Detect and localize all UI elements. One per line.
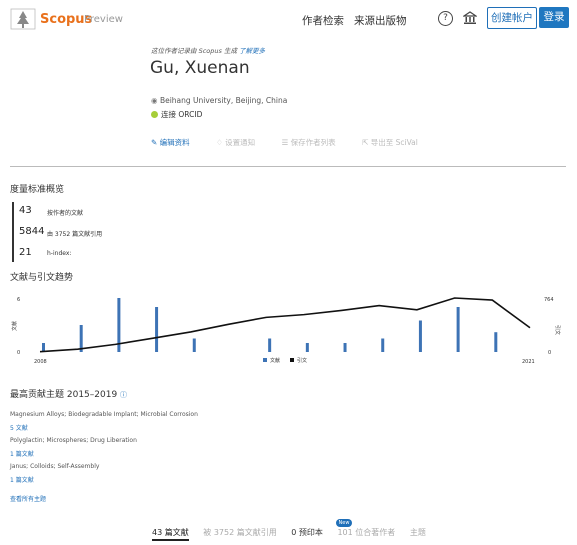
metrics-accent-bar bbox=[12, 202, 14, 262]
metric-citations-label: 由 3752 篇文献引用 bbox=[47, 231, 103, 238]
export-scival-button[interactable]: ⇱ 导出至 SciVal bbox=[362, 138, 430, 147]
set-alert-button[interactable]: ♢ 设置通知 bbox=[216, 138, 267, 147]
metric-hindex-label: h-index: bbox=[47, 250, 72, 257]
author-name: Gu, Xuenan bbox=[150, 58, 250, 78]
x-start-label: 2008 bbox=[34, 359, 47, 365]
profile-note-text: 这位作者记录由 Scopus 生成 bbox=[151, 47, 237, 55]
chart-title: 文献与引文趋势 bbox=[10, 273, 74, 283]
tab-topics[interactable]: 主题 bbox=[410, 528, 426, 537]
doc-bar bbox=[268, 338, 272, 352]
left-tick-max: 6 bbox=[17, 297, 20, 303]
doc-bar bbox=[155, 307, 159, 352]
edit-profile-button[interactable]: ✎ 编辑资料 bbox=[151, 138, 202, 147]
doc-bar bbox=[494, 332, 498, 352]
learn-more-link[interactable]: 了解更多 bbox=[239, 47, 265, 55]
doc-bar bbox=[456, 307, 460, 352]
scopus-preview-label: Preview bbox=[84, 14, 123, 25]
topic-count-3[interactable]: 1 篇文献 bbox=[10, 475, 34, 484]
topics-title-text: 最高贡献主题 2015–2019 bbox=[10, 390, 118, 400]
doc-bar bbox=[418, 320, 422, 352]
metrics-title: 度量标准概览 bbox=[10, 185, 65, 195]
new-badge: New bbox=[336, 519, 352, 527]
topic-name-2: Polyglactin; Microspheres; Drug Liberati… bbox=[10, 437, 137, 444]
profile-actions: ✎ 编辑资料 ♢ 设置通知 ☰ 保存作者列表 ⇱ 导出至 SciVal bbox=[151, 137, 442, 148]
tab-cited-by[interactable]: 被 3752 篇文献引用 bbox=[203, 528, 276, 537]
metric-documents-label: 按作者的文献 bbox=[47, 210, 84, 217]
doc-bar bbox=[381, 338, 385, 352]
legend-citations-label: 引文 bbox=[297, 357, 307, 364]
topics-title: 最高贡献主题 2015–2019 ⓘ bbox=[10, 387, 127, 400]
metric-citations-value[interactable]: 5844 bbox=[19, 226, 44, 237]
doc-bar bbox=[192, 338, 196, 352]
topic-name-1: Magnesium Alloys; Biodegradable Implant;… bbox=[10, 411, 198, 418]
legend-citations-swatch bbox=[290, 358, 294, 362]
tab-preprints[interactable]: 0 预印本 bbox=[291, 528, 323, 537]
location-icon: ◉ bbox=[151, 96, 160, 105]
tab-coauthors[interactable]: 101 位合著作者 bbox=[337, 528, 395, 537]
affiliation-text[interactable]: Beihang University, Beijing, China bbox=[160, 96, 287, 105]
doc-bar bbox=[343, 343, 347, 352]
info-icon[interactable]: ⓘ bbox=[120, 391, 127, 399]
topic-name-3: Janus; Colloids; Self-Assembly bbox=[10, 463, 100, 470]
right-axis-label: 引文 bbox=[554, 325, 561, 335]
topic-count-2[interactable]: 1 篇文献 bbox=[10, 449, 34, 458]
tab-documents[interactable]: 43 篇文献 bbox=[152, 528, 189, 541]
create-account-button[interactable]: 创建帐户 bbox=[487, 7, 537, 29]
x-end-label: 2021 bbox=[522, 359, 535, 365]
elsevier-logo-icon bbox=[10, 8, 36, 30]
connect-orcid-link[interactable]: 连接 ORCID bbox=[151, 109, 202, 120]
login-button[interactable]: 登录 bbox=[539, 7, 569, 28]
nav-sources[interactable]: 来源出版物 bbox=[354, 13, 407, 28]
bank-icon[interactable] bbox=[463, 11, 477, 25]
orcid-label: 连接 ORCID bbox=[161, 110, 203, 119]
right-tick-min: 0 bbox=[548, 350, 551, 356]
orcid-icon bbox=[151, 111, 158, 118]
save-to-list-button[interactable]: ☰ 保存作者列表 bbox=[282, 138, 348, 147]
results-tabs: 43 篇文献 被 3752 篇文献引用 0 预印本 101 位合著作者 主题 bbox=[152, 527, 438, 541]
legend-docs-swatch bbox=[263, 358, 267, 362]
topic-count-1[interactable]: 5 文献 bbox=[10, 423, 28, 432]
left-axis-label: 文献 bbox=[11, 321, 18, 331]
view-all-topics-link[interactable]: 查看所有主题 bbox=[10, 494, 46, 503]
trend-chart: 6 0 文献 764 0 引文 2008 2021 文献 引文 bbox=[11, 297, 561, 365]
nav-author-search[interactable]: 作者检索 bbox=[302, 13, 344, 28]
profile-note: 这位作者记录由 Scopus 生成 了解更多 bbox=[151, 45, 265, 55]
legend-docs-label: 文献 bbox=[270, 357, 280, 364]
left-tick-min: 0 bbox=[17, 350, 20, 356]
right-tick-max: 764 bbox=[544, 297, 554, 303]
help-icon[interactable]: ? bbox=[438, 11, 453, 26]
metric-documents-value[interactable]: 43 bbox=[19, 205, 32, 216]
citations-line bbox=[39, 297, 531, 353]
doc-bar bbox=[305, 343, 309, 352]
metric-hindex-value[interactable]: 21 bbox=[19, 247, 32, 258]
author-affiliation: ◉ Beihang University, Beijing, China bbox=[151, 96, 287, 105]
divider bbox=[10, 166, 566, 167]
